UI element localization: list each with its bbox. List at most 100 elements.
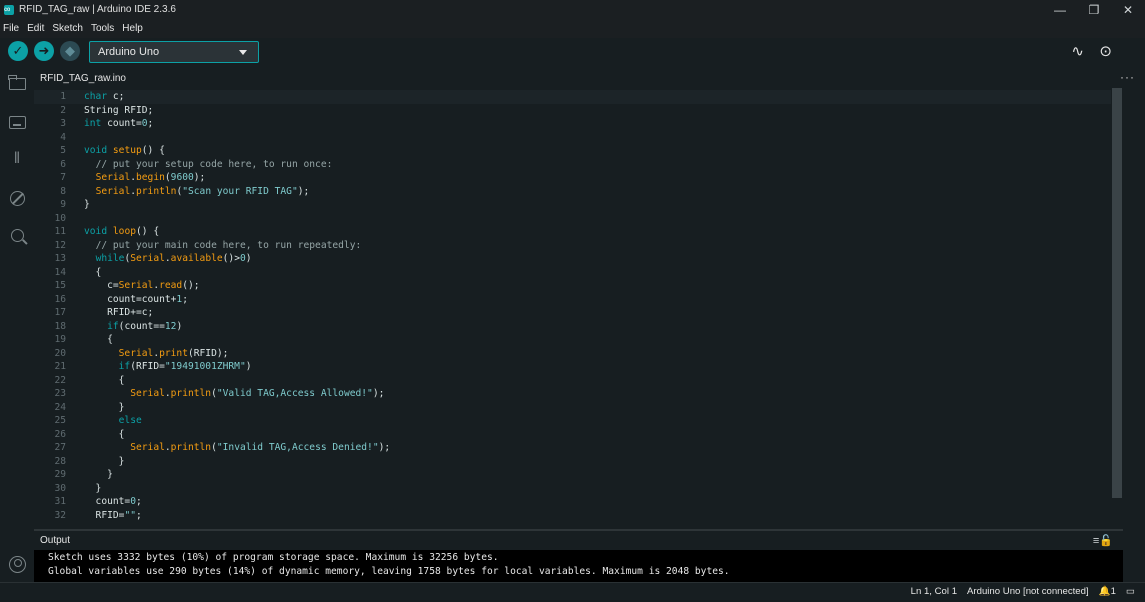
code-text: { [84, 333, 113, 347]
code-line[interactable]: 20 Serial.print(RFID); [34, 347, 1111, 361]
code-line[interactable]: 13 while(Serial.available()>0) [34, 252, 1111, 266]
code-token: } [84, 401, 125, 413]
code-token: ; [182, 293, 188, 305]
code-line[interactable]: 6 // put your setup code here, to run on… [34, 158, 1111, 172]
library-manager-button[interactable]: 𝍪 [7, 150, 27, 170]
serial-plotter-icon[interactable]: ∿ [1071, 42, 1084, 60]
editor-tab-bar: RFID_TAG_raw.ino ··· [34, 68, 1145, 88]
code-line[interactable]: 11 void loop() { [34, 225, 1111, 239]
editor-scrollbar[interactable] [1111, 88, 1123, 529]
code-line[interactable]: 28 } [34, 455, 1111, 469]
user-icon [8, 555, 26, 573]
minimize-button[interactable]: — [1043, 0, 1077, 19]
code-text: Serial.print(RFID); [84, 347, 229, 361]
code-token: c; [107, 91, 125, 102]
restore-button[interactable]: ❐ [1077, 0, 1111, 19]
cursor-position[interactable]: Ln 1, Col 1 [911, 586, 957, 597]
code-text: if(count==12) [84, 320, 182, 334]
menu-file[interactable]: File [3, 23, 19, 34]
code-line[interactable]: 22 { [34, 374, 1111, 388]
code-line[interactable]: 14 { [34, 266, 1111, 280]
menu-edit[interactable]: Edit [27, 23, 44, 34]
scrollbar-thumb[interactable] [1112, 88, 1122, 498]
code-token: RFID+=c; [84, 307, 154, 318]
code-line[interactable]: 15 c=Serial.read(); [34, 279, 1111, 293]
code-text: void setup() { [84, 144, 165, 158]
line-number: 12 [54, 239, 66, 251]
debug-button[interactable]: ◆ [60, 41, 80, 61]
code-token: ) [245, 253, 252, 264]
sketchbook-button[interactable] [7, 74, 27, 94]
code-token: // put your main code here, to run repea… [95, 239, 362, 251]
line-number: 2 [60, 104, 66, 116]
code-line[interactable]: 25 else [34, 414, 1111, 428]
code-token: ) [245, 361, 252, 372]
code-line[interactable]: 7 Serial.begin(9600); [34, 171, 1111, 185]
code-line[interactable]: 29 } [34, 468, 1111, 482]
boards-manager-button[interactable] [7, 112, 27, 132]
code-line[interactable]: 10 [34, 212, 1111, 226]
code-line[interactable]: 1 char c; [34, 90, 1111, 104]
code-line[interactable]: 27 Serial.println("Invalid TAG,Access De… [34, 441, 1111, 455]
profile-button[interactable] [7, 554, 27, 574]
code-text: char c; [84, 90, 124, 104]
line-number: 14 [54, 266, 66, 278]
code-token: count= [101, 118, 142, 129]
line-number: 16 [54, 293, 66, 305]
code-line[interactable]: 8 Serial.println("Scan your RFID TAG"); [34, 185, 1111, 199]
code-token: void [84, 226, 108, 237]
code-editor[interactable]: 1 char c; 2 String RFID; 3 int count=0; 4 5 void… [34, 88, 1111, 529]
code-line[interactable]: 30 } [34, 482, 1111, 496]
clear-lock-icon[interactable]: ≡🔓 [1093, 534, 1113, 547]
line-number: 7 [60, 172, 66, 183]
verify-button[interactable]: ✓ [8, 41, 28, 61]
code-token: } [84, 455, 125, 467]
code-text: count=count+1; [84, 293, 188, 307]
code-line[interactable]: 17 RFID+=c; [34, 306, 1111, 320]
line-number: 32 [54, 509, 66, 521]
code-token: print [159, 347, 188, 359]
code-token: read [159, 280, 183, 291]
code-token: c= [84, 280, 119, 291]
menu-sketch[interactable]: Sketch [52, 23, 83, 34]
board-selector-label: Arduino Uno [98, 46, 160, 58]
code-token: String RFID; [84, 104, 154, 116]
code-line[interactable]: 32 RFID=""; [34, 509, 1111, 523]
arduino-logo-icon [4, 2, 14, 16]
tab-rfid-tag-raw[interactable]: RFID_TAG_raw.ino [34, 68, 132, 88]
code-line[interactable]: 24 } [34, 401, 1111, 415]
code-line[interactable]: 23 Serial.println("Valid TAG,Access Allo… [34, 387, 1111, 401]
code-line[interactable]: 5 void setup() { [34, 144, 1111, 158]
code-line[interactable]: 16 count=count+1; [34, 293, 1111, 307]
code-line[interactable]: 19 { [34, 333, 1111, 347]
code-line[interactable]: 12 // put your main code here, to run re… [34, 239, 1111, 253]
toggle-panel-icon[interactable]: ▭ [1126, 586, 1135, 597]
code-text: else [84, 414, 142, 428]
code-line[interactable]: 31 count=0; [34, 495, 1111, 509]
board-status[interactable]: Arduino Uno [not connected] [967, 586, 1089, 597]
code-line[interactable]: 21 if(RFID="19491001ZHRM") [34, 360, 1111, 374]
code-line[interactable]: 18 if(count==12) [34, 320, 1111, 334]
notification-icon[interactable]: 🔔1 [1099, 586, 1116, 597]
code-line[interactable]: 9} [34, 198, 1111, 212]
menu-help[interactable]: Help [122, 23, 143, 34]
menu-tools[interactable]: Tools [91, 23, 114, 34]
board-selector[interactable]: Arduino Uno [89, 41, 259, 63]
line-number: 18 [54, 320, 66, 332]
more-icon[interactable]: ··· [1120, 70, 1135, 84]
code-token: } [84, 469, 113, 480]
upload-button[interactable]: ➜ [34, 41, 54, 61]
line-number: 9 [60, 199, 66, 210]
close-button[interactable]: ✕ [1111, 0, 1145, 19]
serial-monitor-icon[interactable]: ⊙ [1099, 42, 1112, 60]
code-line[interactable]: 4 [34, 131, 1111, 145]
search-panel-button[interactable] [7, 225, 27, 245]
code-line[interactable]: 2 String RFID; [34, 104, 1111, 118]
debug-panel-button[interactable] [7, 188, 27, 208]
code-line[interactable]: 26 { [34, 428, 1111, 442]
code-line[interactable]: 3 int count=0; [34, 117, 1111, 131]
menu-bar: File Edit Sketch Tools Help [0, 19, 1145, 38]
